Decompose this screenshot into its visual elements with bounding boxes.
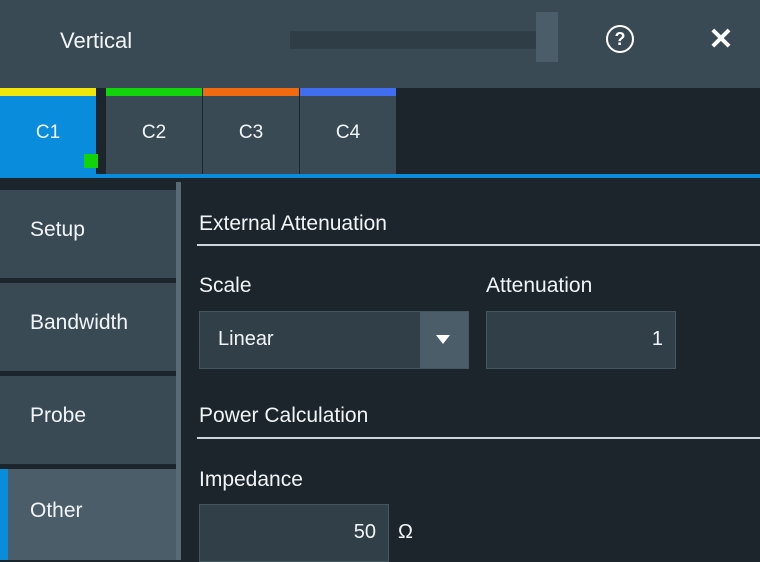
section-heading-external-attenuation: External Attenuation bbox=[199, 212, 387, 235]
tab-c3-label: C3 bbox=[238, 122, 264, 143]
tab-c3-color-strip bbox=[203, 88, 299, 96]
title-scroll-thumb[interactable] bbox=[536, 12, 558, 62]
impedance-value: 50 bbox=[353, 521, 376, 543]
scale-select[interactable]: Linear bbox=[199, 311, 469, 369]
impedance-unit: Ω bbox=[398, 521, 413, 543]
attenuation-value: 1 bbox=[651, 328, 663, 350]
scale-label: Scale bbox=[199, 274, 252, 297]
close-icon[interactable]: ✕ bbox=[705, 21, 737, 57]
tab-c4-label: C4 bbox=[335, 122, 361, 143]
sidebar-item-label: Probe bbox=[30, 404, 87, 427]
help-icon[interactable]: ? bbox=[606, 25, 634, 53]
channel-active-indicator bbox=[84, 154, 98, 168]
impedance-input[interactable]: 50 bbox=[199, 504, 389, 562]
sidebar-active-accent bbox=[0, 469, 8, 560]
settings-panel: External Attenuation Scale Linear Attenu… bbox=[181, 182, 760, 562]
tab-c2-color-strip bbox=[106, 88, 202, 96]
attenuation-label: Attenuation bbox=[486, 274, 593, 297]
tab-c1[interactable]: C1 bbox=[0, 88, 98, 178]
channel-tabs: C1 C2 C3 C4 bbox=[0, 88, 760, 178]
attenuation-input[interactable]: 1 bbox=[486, 311, 676, 369]
sidebar-item-setup[interactable]: Setup bbox=[0, 190, 176, 278]
tab-c4[interactable]: C4 bbox=[300, 88, 396, 178]
scale-select-value: Linear bbox=[218, 328, 274, 350]
sidebar-item-other[interactable]: Other bbox=[0, 469, 176, 560]
section-divider bbox=[197, 437, 760, 439]
dialog-titlebar: Vertical ? ✕ bbox=[0, 0, 760, 88]
sidebar-item-bandwidth[interactable]: Bandwidth bbox=[0, 283, 176, 371]
sidebar-item-label: Bandwidth bbox=[30, 311, 129, 334]
dialog-title: Vertical bbox=[60, 28, 133, 53]
tab-c2[interactable]: C2 bbox=[106, 88, 202, 178]
sidebar: Setup Bandwidth Probe Other bbox=[0, 182, 180, 560]
scale-dropdown-button[interactable] bbox=[420, 312, 468, 368]
chevron-down-icon bbox=[436, 335, 450, 344]
section-divider bbox=[197, 244, 760, 246]
sidebar-item-probe[interactable]: Probe bbox=[0, 376, 176, 464]
tab-c1-color-strip bbox=[0, 88, 96, 96]
tab-c2-label: C2 bbox=[141, 122, 167, 143]
sidebar-item-label: Other bbox=[30, 499, 83, 522]
sidebar-item-label: Setup bbox=[30, 218, 85, 241]
tab-underline bbox=[0, 174, 760, 178]
tab-c1-label: C1 bbox=[35, 122, 61, 143]
section-heading-power-calculation: Power Calculation bbox=[199, 404, 369, 427]
title-scroll-track[interactable] bbox=[290, 31, 536, 49]
tab-c3[interactable]: C3 bbox=[203, 88, 299, 178]
tab-c4-color-strip bbox=[300, 88, 396, 96]
impedance-label: Impedance bbox=[199, 468, 303, 491]
